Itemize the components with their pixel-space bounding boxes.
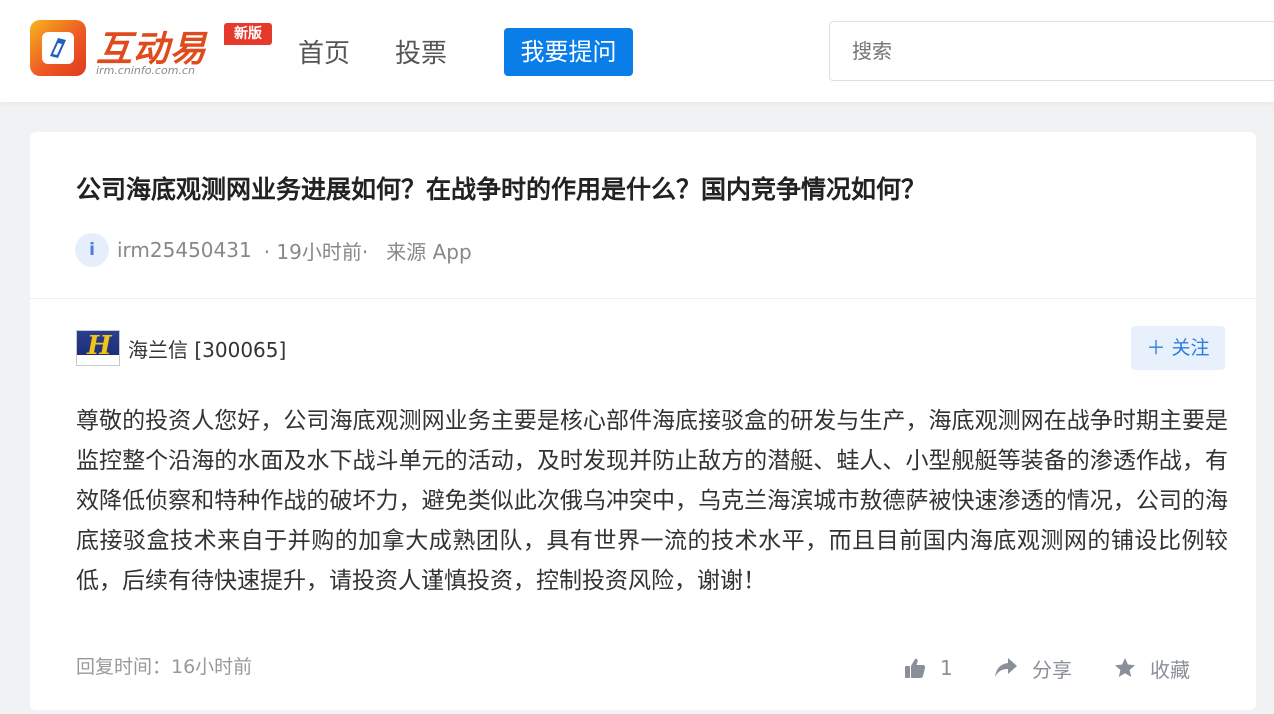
- reply-time: 回复时间：16小时前: [76, 656, 253, 678]
- qa-card: 公司海底观测网业务进展如何？在战争时的作用是什么？国内竞争情况如何？ i irm…: [30, 132, 1256, 710]
- logo-mark-icon: [30, 20, 86, 76]
- thumbs-up-icon: [905, 658, 926, 678]
- question-source: 来源 App: [386, 239, 472, 264]
- favorite-label: 收藏: [1150, 657, 1190, 682]
- company-logo-icon: H: [76, 330, 120, 366]
- divider: [30, 298, 1256, 299]
- logo-url: irm.cninfo.com.cn: [96, 64, 195, 77]
- like-count: 1: [940, 656, 953, 680]
- question-time: · 19小时前·: [263, 239, 369, 264]
- company-info[interactable]: H 海兰信 [300065]: [76, 330, 286, 366]
- favorite-button[interactable]: 收藏: [1114, 652, 1190, 684]
- answer-text: 尊敬的投资人您好，公司海底观测网业务主要是核心部件海底接驳盒的研发与生产，海底观…: [76, 408, 1228, 594]
- nav-home[interactable]: 首页: [298, 33, 350, 70]
- question-meta: i irm25450431 · 19小时前· 来源 App: [75, 232, 472, 268]
- star-icon: [1115, 658, 1135, 677]
- like-button[interactable]: 1: [904, 652, 953, 684]
- question-title[interactable]: 公司海底观测网业务进展如何？在战争时的作用是什么？国内竞争情况如何？: [76, 170, 926, 206]
- top-header: 互动易 新版 irm.cninfo.com.cn 首页 投票 我要提问: [0, 0, 1274, 102]
- new-version-badge: 新版: [224, 23, 272, 45]
- search-input[interactable]: [852, 22, 1252, 80]
- ask-question-button[interactable]: 我要提问: [504, 28, 633, 76]
- avatar[interactable]: i: [75, 233, 109, 267]
- company-name[interactable]: 海兰信 [300065]: [128, 334, 286, 363]
- search-box[interactable]: [829, 21, 1274, 81]
- follow-button[interactable]: ＋ 关注: [1131, 326, 1225, 370]
- share-arrow-icon: [995, 658, 1017, 677]
- share-button[interactable]: 分享: [994, 652, 1072, 684]
- share-label: 分享: [1032, 657, 1072, 682]
- question-user[interactable]: irm25450431: [117, 238, 252, 262]
- nav-vote[interactable]: 投票: [395, 33, 447, 70]
- site-logo[interactable]: 互动易 新版 irm.cninfo.com.cn: [30, 20, 272, 78]
